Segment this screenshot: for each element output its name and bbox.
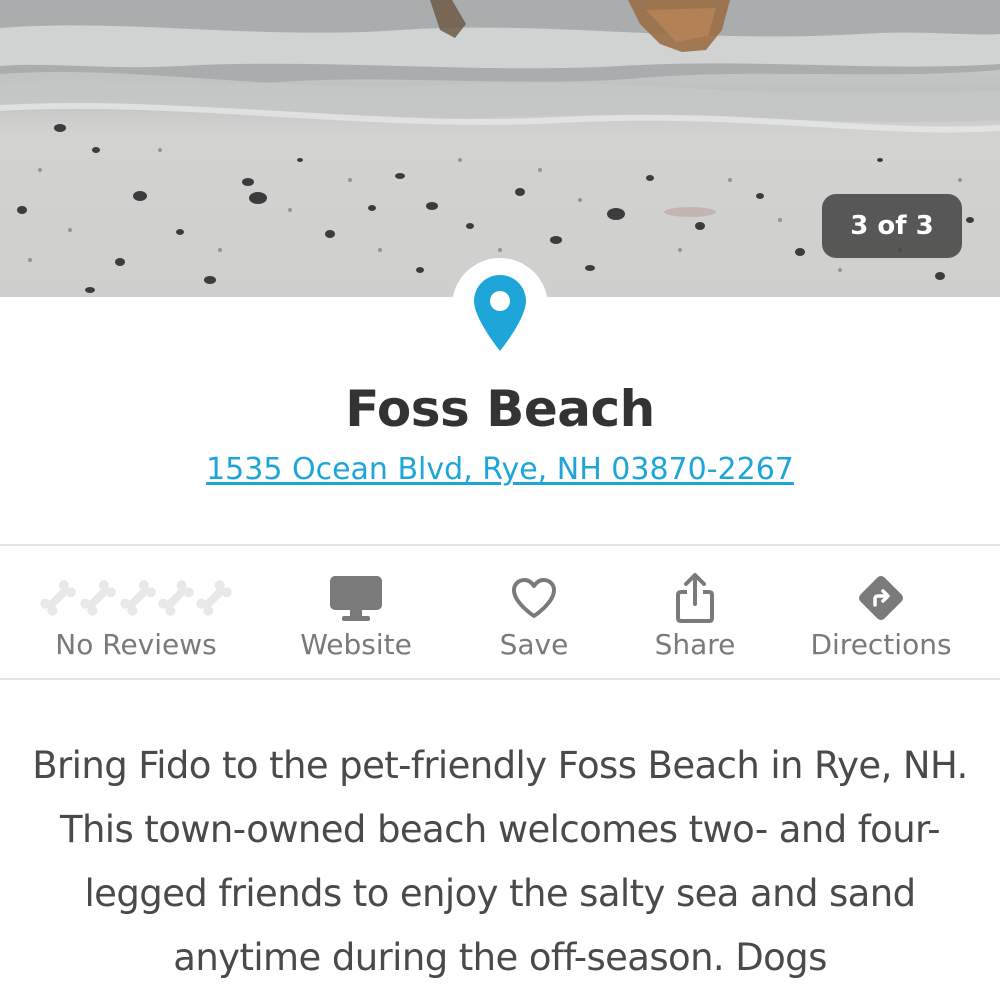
bone-icon [158,580,194,616]
bone-icon [40,580,76,616]
directions-icon [859,576,903,620]
place-title: Foss Beach [345,380,655,438]
reviews-button[interactable]: No Reviews [20,546,252,678]
directions-button[interactable]: Directions [790,546,972,678]
save-label: Save [499,628,569,661]
directions-label: Directions [810,628,952,661]
hero-photo[interactable]: 3 of 3 [0,0,1000,297]
bone-rating-icons [40,580,232,616]
share-label: Share [654,628,736,661]
place-address-link[interactable]: 1535 Ocean Blvd, Rye, NH 03870-2267 [206,452,794,487]
location-badge [452,258,548,354]
photo-counter-badge[interactable]: 3 of 3 [822,194,962,258]
map-pin-icon [474,275,526,351]
website-button[interactable]: Website [270,546,442,678]
place-detail-page: 3 of 3 Foss Beach 1535 Ocean Blvd, Rye, … [0,0,1000,1000]
reviews-label: No Reviews [55,628,217,661]
share-button[interactable]: Share [630,546,760,678]
share-icon [676,573,714,623]
place-description: Bring Fido to the pet-friendly Foss Beac… [32,744,968,979]
monitor-icon [330,576,382,621]
bone-icon [120,580,156,616]
rating-bones [20,574,252,622]
action-bar: No Reviews Website Save Share Directions [0,544,1000,680]
bone-icon [80,580,116,616]
place-address-wrapper: 1535 Ocean Blvd, Rye, NH 03870-2267 [0,452,1000,487]
website-label: Website [300,628,412,661]
save-button[interactable]: Save [468,546,600,678]
heart-icon [512,578,556,618]
bone-icon [196,580,232,616]
